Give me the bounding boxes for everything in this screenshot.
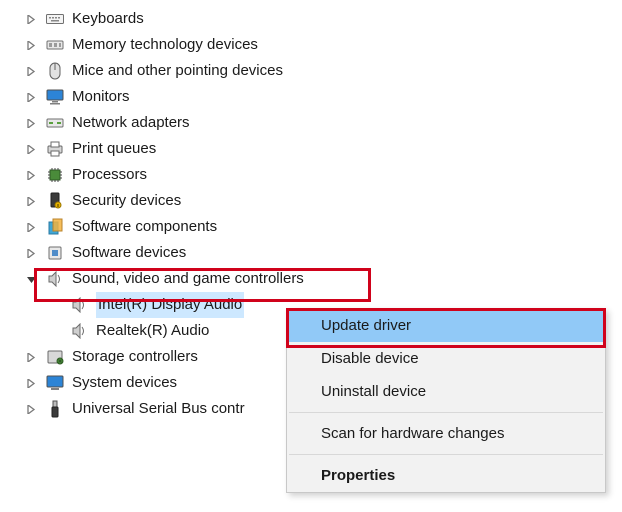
- tree-item-expanded[interactable]: Sound, video and game controllers: [22, 266, 622, 292]
- tree-item-label: Realtek(R) Audio: [96, 318, 209, 344]
- softdev-icon: [46, 244, 64, 262]
- menu-properties[interactable]: Properties: [287, 459, 605, 492]
- tree-item[interactable]: Security devices: [22, 188, 622, 214]
- usb-icon: [46, 400, 64, 418]
- chevron-right-icon[interactable]: [22, 374, 40, 392]
- speaker-icon: [70, 322, 88, 340]
- tree-item[interactable]: Software components: [22, 214, 622, 240]
- chevron-down-icon[interactable]: [22, 270, 40, 288]
- network-icon: [46, 114, 64, 132]
- menu-separator: [289, 454, 603, 455]
- menu-uninstall-device[interactable]: Uninstall device: [287, 375, 605, 408]
- menu-disable-device[interactable]: Disable device: [287, 342, 605, 375]
- context-menu: Update driver Disable device Uninstall d…: [286, 308, 606, 493]
- tree-item[interactable]: Software devices: [22, 240, 622, 266]
- menu-update-driver[interactable]: Update driver: [287, 309, 605, 342]
- system-icon: [46, 374, 64, 392]
- chevron-right-icon[interactable]: [22, 140, 40, 158]
- chevron-right-icon[interactable]: [22, 244, 40, 262]
- tree-item[interactable]: Keyboards: [22, 6, 622, 32]
- tree-item[interactable]: Network adapters: [22, 110, 622, 136]
- menu-item-label: Disable device: [321, 350, 419, 367]
- tree-item-label: Security devices: [72, 188, 181, 214]
- tree-item-label: Monitors: [72, 84, 130, 110]
- speaker-icon: [70, 296, 88, 314]
- tree-item[interactable]: Memory technology devices: [22, 32, 622, 58]
- tree-item-label: Mice and other pointing devices: [72, 58, 283, 84]
- chevron-right-icon[interactable]: [22, 192, 40, 210]
- chevron-right-icon[interactable]: [22, 36, 40, 54]
- tree-item-label: Intel(R) Display Audio: [98, 296, 242, 313]
- tree-item-label: Software components: [72, 214, 217, 240]
- tree-item-label: Storage controllers: [72, 344, 198, 370]
- tree-item-label: Memory technology devices: [72, 32, 258, 58]
- tree-item[interactable]: Mice and other pointing devices: [22, 58, 622, 84]
- menu-scan-hardware[interactable]: Scan for hardware changes: [287, 417, 605, 450]
- tree-item-label: Sound, video and game controllers: [72, 266, 304, 292]
- keyboard-icon: [46, 10, 64, 28]
- chevron-right-icon[interactable]: [22, 114, 40, 132]
- tree-item-label: Universal Serial Bus contr: [72, 396, 245, 422]
- printer-icon: [46, 140, 64, 158]
- chevron-right-icon[interactable]: [22, 88, 40, 106]
- component-icon: [46, 218, 64, 236]
- chevron-right-icon[interactable]: [22, 10, 40, 28]
- chevron-right-icon[interactable]: [22, 62, 40, 80]
- monitor-icon: [46, 88, 64, 106]
- menu-item-label: Uninstall device: [321, 383, 426, 400]
- processor-icon: [46, 166, 64, 184]
- tree-item-label: Software devices: [72, 240, 186, 266]
- tree-item[interactable]: Processors: [22, 162, 622, 188]
- menu-item-label: Properties: [321, 467, 395, 484]
- storage-icon: [46, 348, 64, 366]
- tree-item-label: System devices: [72, 370, 177, 396]
- mouse-icon: [46, 62, 64, 80]
- chevron-right-icon[interactable]: [22, 166, 40, 184]
- tree-item-label: Keyboards: [72, 6, 144, 32]
- tree-item[interactable]: Print queues: [22, 136, 622, 162]
- memory-icon: [46, 36, 64, 54]
- chevron-right-icon[interactable]: [22, 218, 40, 236]
- menu-item-label: Scan for hardware changes: [321, 425, 504, 442]
- chevron-right-icon[interactable]: [22, 400, 40, 418]
- security-icon: [46, 192, 64, 210]
- tree-item-label: Print queues: [72, 136, 156, 162]
- tree-item[interactable]: Monitors: [22, 84, 622, 110]
- menu-separator: [289, 412, 603, 413]
- speaker-icon: [46, 270, 64, 288]
- chevron-right-icon[interactable]: [22, 348, 40, 366]
- menu-item-label: Update driver: [321, 317, 411, 334]
- tree-item-label: Network adapters: [72, 110, 190, 136]
- tree-item-label: Processors: [72, 162, 147, 188]
